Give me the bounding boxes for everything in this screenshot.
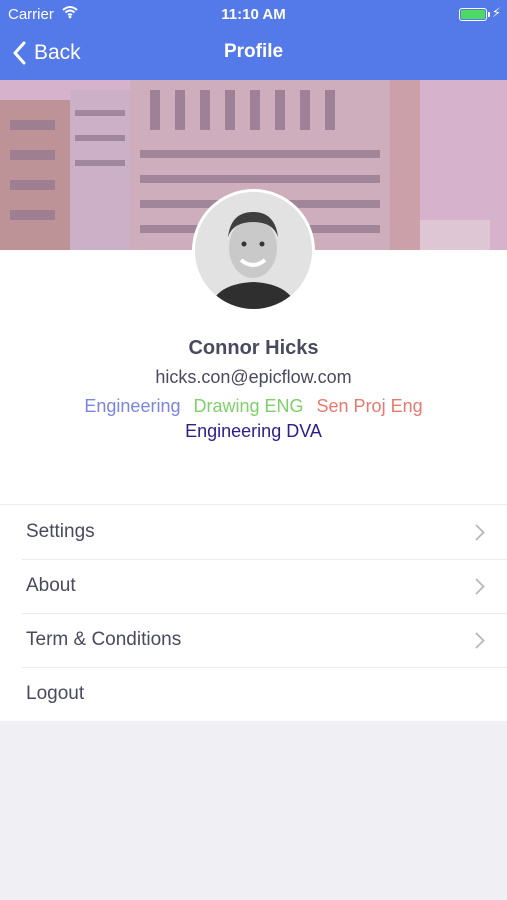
profile-tags: Engineering Drawing ENG Sen Proj Eng [0, 396, 507, 417]
tag-drawing-eng: Drawing ENG [193, 396, 304, 416]
profile-name: Connor Hicks [188, 337, 319, 359]
avatar-photo [195, 192, 312, 309]
avatar [192, 189, 315, 312]
menu-item-settings[interactable]: Settings [0, 505, 507, 559]
tag-engineering: Engineering [84, 396, 181, 416]
tag-sen-proj-eng: Sen Proj Eng [316, 396, 423, 416]
status-bar: Carrier 11:10 AM ⚡ [0, 0, 507, 28]
top-bar: Carrier 11:10 AM ⚡ Back Profile [0, 0, 507, 80]
menu-item-label: Term & Conditions [26, 629, 182, 650]
battery-tip [488, 12, 490, 17]
status-time: 11:10 AM [221, 6, 286, 23]
page-title: Profile [223, 41, 284, 62]
menu-item-label: Settings [26, 521, 95, 542]
profile-tags-row-2: Engineering DVA [0, 421, 507, 442]
profile-email: hicks.con@epicflow.com [155, 367, 352, 387]
navigation-bar: Back Profile [0, 28, 507, 80]
menu-item-about[interactable]: About [0, 559, 507, 613]
chevron-right-icon [475, 524, 485, 541]
tag-engineering-dva: Engineering DVA [185, 421, 322, 441]
menu-item-logout[interactable]: Logout [0, 667, 507, 721]
menu-item-label: About [26, 575, 76, 596]
charging-bolt-icon: ⚡ [491, 5, 501, 20]
battery-fill [461, 10, 485, 19]
menu-item-terms[interactable]: Term & Conditions [0, 613, 507, 667]
chevron-right-icon [475, 578, 485, 595]
battery-icon [459, 8, 490, 21]
menu-item-label: Logout [26, 683, 85, 704]
menu-list: Settings About Term & Conditions Logout [0, 504, 507, 721]
chevron-right-icon [475, 632, 485, 649]
